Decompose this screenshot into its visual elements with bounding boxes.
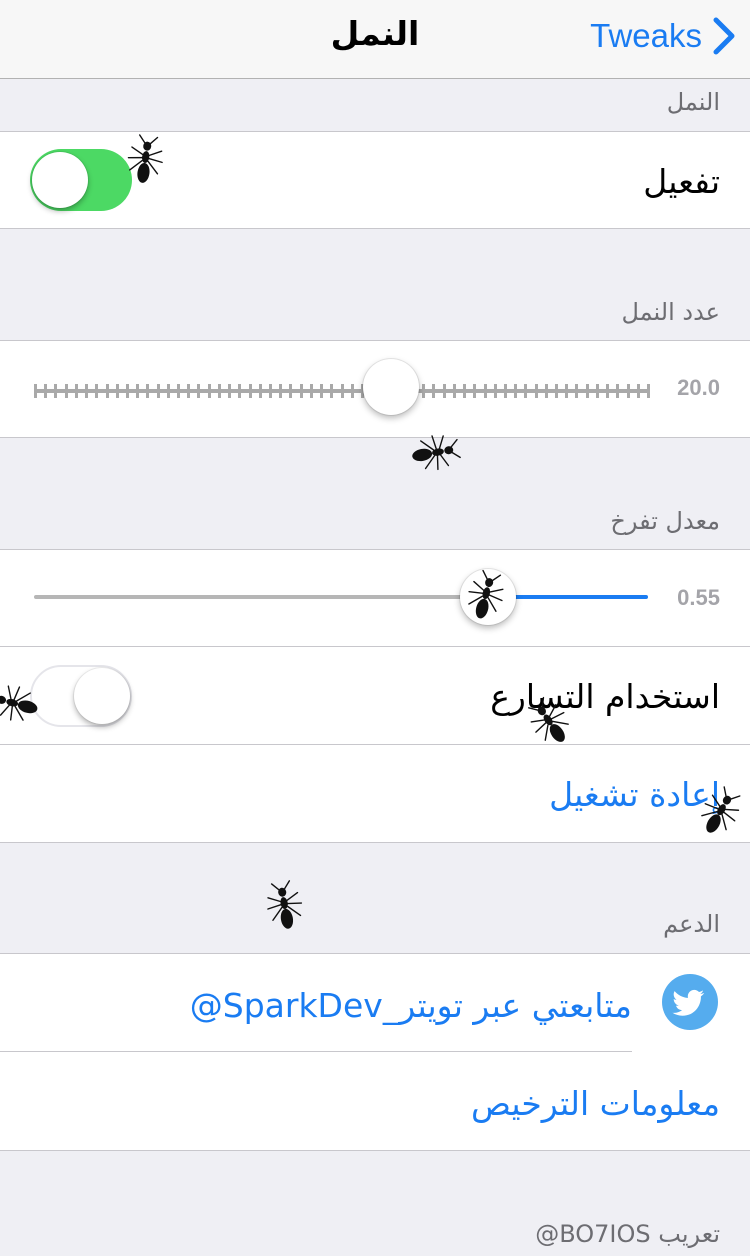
- back-button[interactable]: Tweaks: [590, 14, 736, 58]
- twitter-follow-link[interactable]: متابعتي عبر تويتر_SparkDev@: [190, 986, 632, 1025]
- ant-icon: [408, 431, 463, 475]
- section-header-support: الدعم: [663, 910, 720, 938]
- spawn-rate-group: 0.55 استخدام التسارع إعادة تشغيل: [0, 549, 750, 843]
- ant-icon: [124, 133, 167, 186]
- section-header-ants: النمل: [666, 88, 720, 116]
- back-button-label: Tweaks: [590, 17, 702, 54]
- enable-switch[interactable]: [30, 149, 132, 211]
- acceleration-switch-knob: [74, 668, 130, 724]
- ants-group: تفعيل: [0, 131, 750, 229]
- license-info-link[interactable]: معلومات الترخيص: [471, 1084, 720, 1123]
- ant-count-slider-track[interactable]: [34, 384, 650, 398]
- spawn-rate-slider-min-track[interactable]: [34, 595, 489, 599]
- acceleration-cell: استخدام التسارع: [0, 647, 750, 744]
- section-header-spawn-rate: معدل تفرخ: [610, 507, 720, 535]
- support-group: متابعتي عبر تويتر_SparkDev@ معلومات التر…: [0, 953, 750, 1151]
- count-group: 20.0: [0, 340, 750, 438]
- chevron-right-icon: [713, 17, 735, 55]
- spawn-rate-cell: 0.55: [0, 550, 750, 646]
- restart-cell[interactable]: إعادة تشغيل: [0, 745, 750, 842]
- enable-label: تفعيل: [643, 162, 720, 201]
- twitter-bird-icon: [662, 974, 718, 1030]
- twitter-cell[interactable]: متابعتي عبر تويتر_SparkDev@: [0, 954, 750, 1051]
- navigation-bar: النمل Tweaks: [0, 0, 750, 79]
- section-header-count: عدد النمل: [621, 298, 720, 326]
- spawn-rate-value: 0.55: [677, 585, 720, 610]
- ant-count-value: 20.0: [677, 375, 720, 400]
- ant-icon: [263, 878, 307, 933]
- translator-credit: تعريب BO7IOS@: [535, 1220, 720, 1248]
- license-cell[interactable]: معلومات الترخيص: [0, 1052, 750, 1150]
- ant-count-slider-thumb[interactable]: [363, 359, 420, 415]
- enable-switch-knob: [32, 152, 88, 208]
